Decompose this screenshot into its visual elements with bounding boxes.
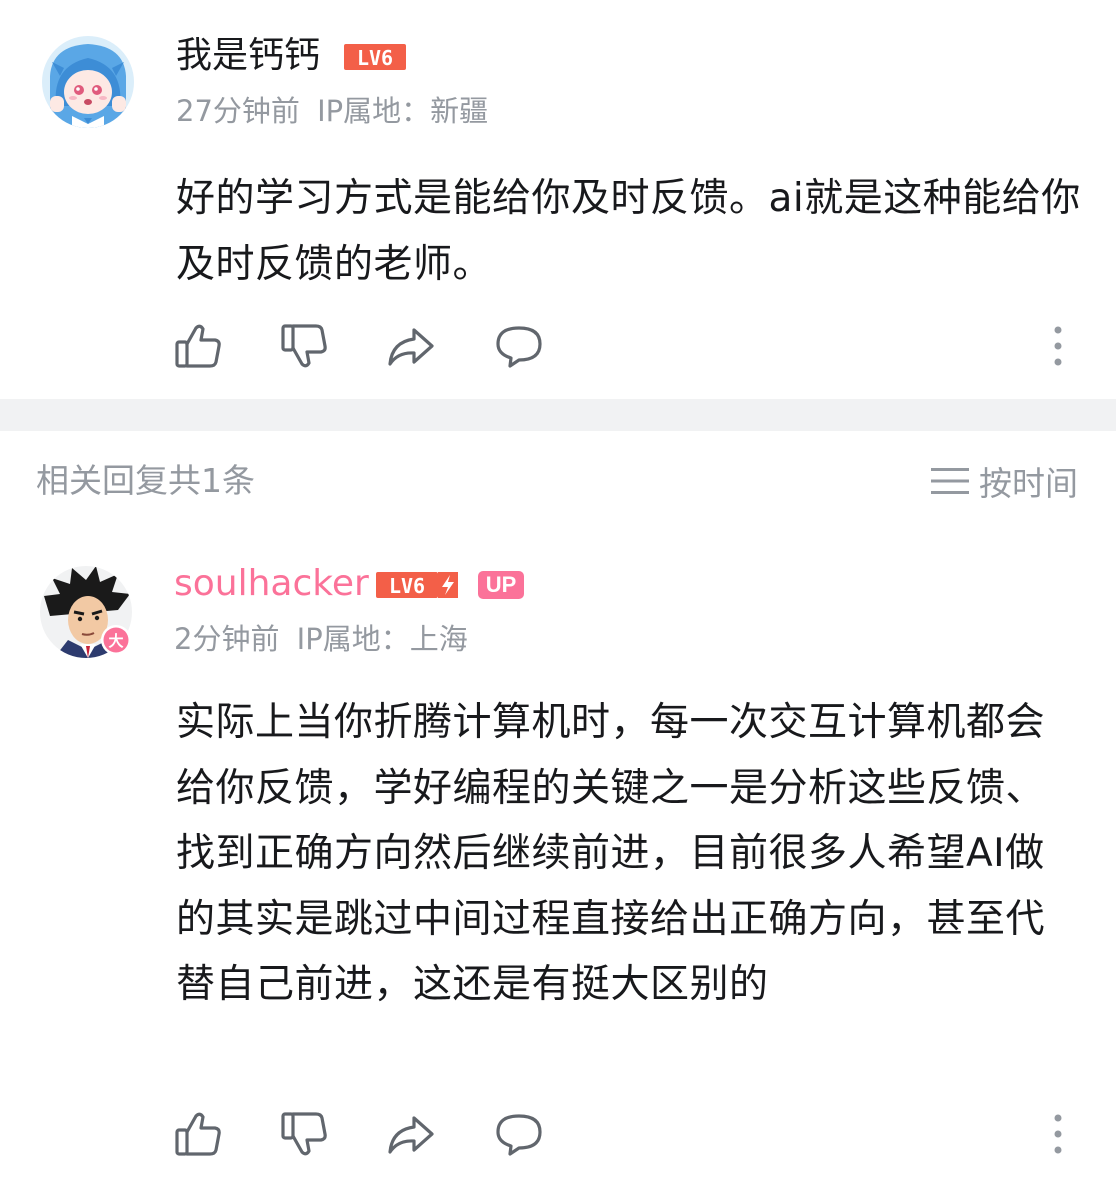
share-button[interactable]	[386, 1110, 436, 1158]
sort-label: 按时间	[979, 464, 1078, 503]
comment-content: 实际上当你折腾计算机时，每一次交互计算机都会给你反馈，学好编程的关键之一是分析这…	[176, 700, 1046, 1007]
comment-actions	[174, 322, 1094, 370]
comment-meta: 2分钟前 IP属地：上海	[174, 622, 468, 656]
level-badge: LV6	[376, 572, 458, 598]
share-icon	[388, 328, 434, 366]
replies-count: 相关回复共1条	[36, 461, 255, 500]
reply-icon	[496, 326, 542, 368]
dislike-icon	[281, 324, 327, 368]
ip-label: IP属地：	[317, 94, 431, 128]
level-badge: LV6	[344, 44, 406, 70]
ip-location: 上海	[409, 622, 468, 656]
dislike-button[interactable]	[280, 322, 330, 370]
avatar-user-2[interactable]: 大	[40, 566, 132, 658]
more-icon	[1054, 326, 1062, 366]
dislike-icon	[281, 1112, 327, 1156]
avatar-user-1[interactable]	[42, 36, 134, 128]
reply-button[interactable]	[494, 1110, 544, 1158]
svg-text:LV6: LV6	[389, 574, 425, 598]
svg-text:LV6: LV6	[357, 46, 393, 70]
comment-actions	[174, 1110, 1094, 1158]
like-button[interactable]	[174, 322, 224, 370]
like-icon	[175, 324, 221, 368]
up-badge: UP	[478, 571, 524, 599]
more-button[interactable]	[1050, 1110, 1066, 1158]
section-divider	[0, 399, 1116, 431]
comment-time: 27分钟前	[176, 94, 300, 128]
like-icon	[175, 1112, 221, 1156]
username[interactable]: soulhacker	[174, 564, 369, 604]
reply-button[interactable]	[494, 322, 544, 370]
dislike-button[interactable]	[280, 1110, 330, 1158]
ip-location: 新疆	[430, 94, 489, 128]
share-icon	[388, 1116, 434, 1154]
username[interactable]: 我是钙钙	[176, 36, 320, 76]
ip-label: IP属地：	[296, 622, 410, 656]
share-button[interactable]	[386, 322, 436, 370]
avatar-badge: 大	[108, 632, 123, 650]
more-icon	[1054, 1114, 1062, 1154]
sort-button[interactable]: 按时间	[931, 461, 1078, 503]
like-button[interactable]	[174, 1110, 224, 1158]
comment-meta: 27分钟前 IP属地：新疆	[176, 94, 488, 128]
sort-icon	[931, 468, 969, 494]
more-button[interactable]	[1050, 322, 1066, 370]
comment-time: 2分钟前	[174, 622, 280, 656]
comment-content: 好的学习方式是能给你及时反馈。ai就是这种能给你及时反馈的老师。	[176, 176, 1081, 287]
reply-icon	[496, 1114, 542, 1156]
